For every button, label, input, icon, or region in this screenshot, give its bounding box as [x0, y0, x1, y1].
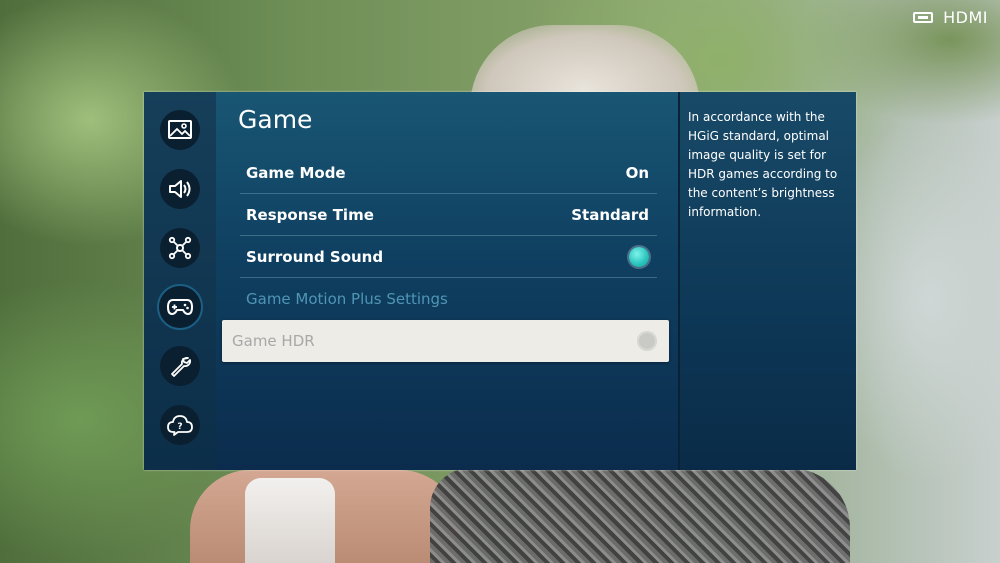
background-cup — [245, 478, 335, 563]
category-connection-button[interactable] — [160, 228, 200, 268]
toggle-on-indicator[interactable] — [629, 246, 649, 267]
setting-value: On — [625, 163, 649, 182]
sound-icon — [169, 180, 191, 198]
background-sweater — [430, 468, 850, 563]
category-support-button[interactable]: ? — [160, 405, 200, 445]
input-source-indicator: HDMI — [913, 8, 988, 27]
setting-surround-sound[interactable]: Surround Sound — [240, 236, 657, 278]
wrench-icon — [171, 357, 191, 377]
category-game-button[interactable] — [157, 284, 203, 330]
toggle-off-indicator[interactable] — [637, 331, 657, 351]
settings-category-rail: ? — [144, 92, 216, 470]
game-settings-panel: Game Game Mode On Response Time Standard… — [216, 92, 678, 470]
setting-label: Game Mode — [246, 163, 346, 182]
setting-game-motion-plus[interactable]: Game Motion Plus Settings — [240, 278, 657, 320]
setting-value: Standard — [571, 205, 649, 224]
connection-icon — [168, 236, 192, 260]
settings-list: Game Mode On Response Time Standard Surr… — [216, 152, 678, 362]
page-title: Game — [238, 105, 313, 134]
setting-label: Surround Sound — [246, 247, 384, 266]
setting-label: Response Time — [246, 205, 374, 224]
picture-icon — [168, 120, 192, 139]
settings-menu: ? Game Game Mode On Response Time Standa… — [144, 92, 856, 470]
input-source-label: HDMI — [943, 8, 988, 27]
tv-screen: HDMI ? Game Game Mode On Response Time S… — [0, 0, 1000, 563]
help-description-panel: In accordance with the HGiG standard, op… — [678, 92, 856, 470]
hdmi-input-icon — [913, 12, 934, 23]
help-description-text: In accordance with the HGiG standard, op… — [688, 110, 838, 219]
gamepad-icon — [167, 299, 193, 315]
setting-response-time[interactable]: Response Time Standard — [240, 194, 657, 236]
svg-text:?: ? — [177, 422, 182, 432]
category-sound-button[interactable] — [160, 169, 200, 209]
support-icon: ? — [167, 415, 193, 436]
setting-label: Game HDR — [232, 332, 315, 350]
setting-game-mode[interactable]: Game Mode On — [240, 152, 657, 194]
setting-game-hdr[interactable]: Game HDR — [222, 320, 669, 362]
category-picture-button[interactable] — [160, 110, 200, 150]
setting-label: Game Motion Plus Settings — [246, 290, 448, 308]
category-general-button[interactable] — [160, 346, 200, 386]
